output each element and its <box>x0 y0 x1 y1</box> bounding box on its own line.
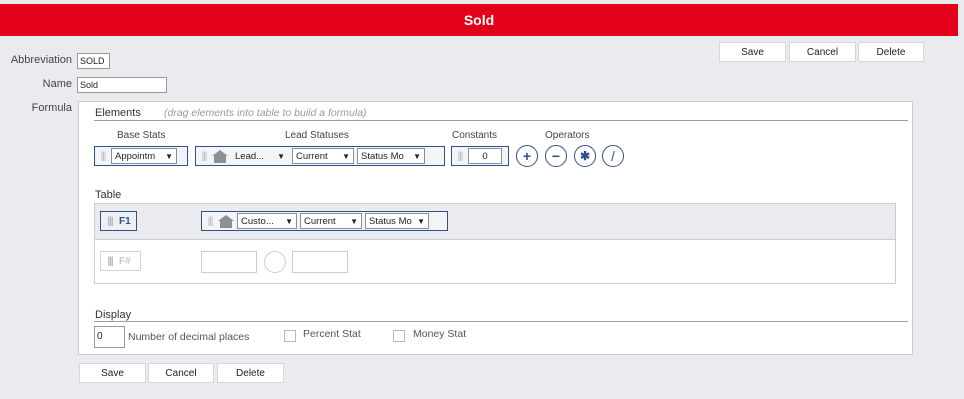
delete-button[interactable]: Delete <box>858 42 924 62</box>
save-button-bottom[interactable]: Save <box>79 363 146 383</box>
percent-stat-label: Percent Stat <box>303 328 361 340</box>
field-chip-new[interactable]: ||| F# <box>100 251 141 271</box>
cancel-button-bottom[interactable]: Cancel <box>148 363 214 383</box>
table-row: ||| F1 ||| Custo... ▼ Current ▼ Status M… <box>95 204 895 240</box>
drag-handle-icon[interactable]: ||| <box>105 216 115 227</box>
dropdown-arrow-icon: ▼ <box>285 216 293 226</box>
money-stat-label: Money Stat <box>413 328 467 340</box>
base-stats-select-value: Appointm <box>115 150 156 162</box>
table-status-select[interactable]: Custo... ▼ <box>237 213 297 229</box>
formula-table: ||| F1 ||| Custo... ▼ Current ▼ Status M… <box>94 203 896 284</box>
field-chip-f1[interactable]: ||| F1 <box>100 211 137 231</box>
drag-handle-icon[interactable]: ||| <box>98 151 108 162</box>
drag-handle-icon[interactable]: ||| <box>105 256 115 267</box>
elements-title: Elements <box>95 107 141 119</box>
base-stats-select[interactable]: Appointm ▼ <box>111 148 177 164</box>
delete-button-bottom[interactable]: Delete <box>217 363 284 383</box>
formula-label: Formula <box>31 102 72 114</box>
constant-input[interactable]: 0 <box>468 148 502 164</box>
percent-stat-checkbox[interactable] <box>284 330 296 342</box>
abbreviation-label: Abbreviation <box>10 54 72 66</box>
lead-mode-select[interactable]: Status Mo ▼ <box>357 148 425 164</box>
cancel-button[interactable]: Cancel <box>789 42 856 62</box>
elements-divider <box>94 120 908 121</box>
field-chip-label: F# <box>119 255 131 267</box>
dropdown-arrow-icon: ▼ <box>277 151 285 161</box>
field-chip-label: F1 <box>119 215 131 227</box>
lead-statuses-chip[interactable]: ||| Lead... ▼ Current ▼ Status Mo ▼ <box>195 146 445 166</box>
table-period-select[interactable]: Current ▼ <box>300 213 362 229</box>
empty-operand-slot[interactable] <box>292 251 348 273</box>
table-status-select-value: Custo... <box>241 215 274 227</box>
drag-handle-icon[interactable]: ||| <box>205 216 215 227</box>
constant-input-value: 0 <box>482 150 488 162</box>
money-stat-checkbox[interactable] <box>393 330 405 342</box>
elements-hint: (drag elements into table to build a for… <box>164 107 367 119</box>
base-stats-chip[interactable]: ||| Appointm ▼ <box>94 146 188 166</box>
drag-handle-icon[interactable]: ||| <box>199 151 209 162</box>
lead-period-select-value: Current <box>296 150 328 162</box>
empty-operand-slot[interactable] <box>201 251 257 273</box>
dropdown-arrow-icon: ▼ <box>350 216 358 226</box>
decimal-places-label: Number of decimal places <box>128 331 250 343</box>
save-button[interactable]: Save <box>719 42 786 62</box>
abbreviation-input[interactable]: SOLD <box>77 53 110 69</box>
divide-icon[interactable]: / <box>602 145 624 167</box>
dropdown-arrow-icon: ▼ <box>165 151 173 161</box>
constants-label: Constants <box>452 130 498 141</box>
page-title: Sold <box>0 4 958 36</box>
house-icon <box>218 214 234 228</box>
lead-status-select-value: Lead... <box>235 150 265 162</box>
name-label: Name <box>42 78 72 90</box>
empty-operator-slot[interactable] <box>264 251 286 273</box>
lead-period-select[interactable]: Current ▼ <box>292 148 354 164</box>
house-icon <box>212 149 228 163</box>
table-period-select-value: Current <box>304 215 336 227</box>
minus-icon[interactable]: − <box>545 145 567 167</box>
decimal-places-input[interactable]: 0 <box>94 326 125 348</box>
dropdown-arrow-icon: ▼ <box>342 151 350 161</box>
multiply-icon[interactable]: ✱ <box>574 145 596 167</box>
lead-mode-select-value: Status Mo <box>361 150 404 162</box>
dropdown-arrow-icon: ▼ <box>417 216 425 226</box>
table-mode-select-value: Status Mo <box>369 215 412 227</box>
table-mode-select[interactable]: Status Mo ▼ <box>365 213 429 229</box>
constants-chip[interactable]: ||| 0 <box>451 146 509 166</box>
display-title: Display <box>95 309 132 321</box>
table-title: Table <box>95 189 122 201</box>
lead-status-select[interactable]: Lead... ▼ <box>231 148 289 164</box>
operators-label: Operators <box>545 130 590 141</box>
lead-statuses-label: Lead Statuses <box>285 130 349 141</box>
display-divider <box>94 321 908 322</box>
name-input[interactable]: Sold <box>77 77 167 93</box>
dropdown-arrow-icon: ▼ <box>413 151 421 161</box>
plus-icon[interactable]: + <box>516 145 538 167</box>
table-lead-status-chip[interactable]: ||| Custo... ▼ Current ▼ Status Mo ▼ <box>201 211 448 231</box>
base-stats-label: Base Stats <box>117 130 166 141</box>
drag-handle-icon[interactable]: ||| <box>455 151 465 162</box>
formula-panel: Elements (drag elements into table to bu… <box>78 101 913 355</box>
